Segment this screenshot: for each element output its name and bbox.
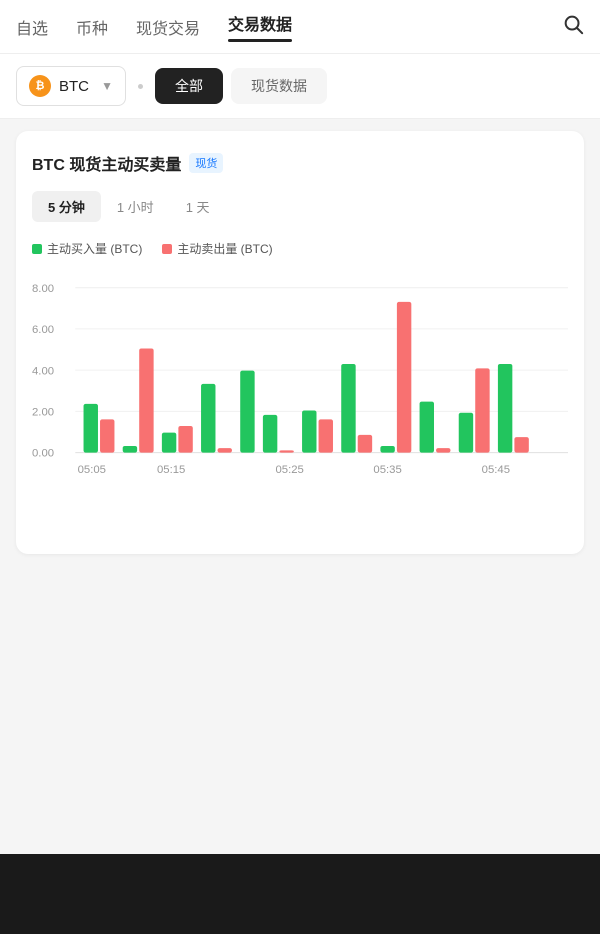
btc-icon: ₿ (29, 75, 51, 97)
time-tab-5m[interactable]: 5 分钟 (32, 191, 101, 222)
sell-legend-label: 主动卖出量 (BTC) (177, 240, 272, 257)
svg-text:05:45: 05:45 (482, 464, 510, 476)
svg-text:6.00: 6.00 (32, 324, 54, 336)
buy-legend-label: 主动买入量 (BTC) (47, 240, 142, 257)
filter-buttons: 全部 现货数据 (155, 68, 327, 104)
svg-text:8.00: 8.00 (32, 283, 54, 295)
coin-label: BTC (59, 78, 89, 95)
legend-sell: 主动卖出量 (BTC) (162, 240, 272, 257)
svg-text:05:35: 05:35 (373, 464, 401, 476)
nav-item-coins[interactable]: 币种 (76, 11, 108, 43)
filter-bar: ₿ BTC ▼ 全部 现货数据 (0, 54, 600, 119)
chart-title: BTC 现货主动买卖量 (32, 151, 181, 175)
svg-text:05:15: 05:15 (157, 464, 185, 476)
svg-text:05:25: 05:25 (276, 464, 304, 476)
time-tabs: 5 分钟 1 小时 1 天 (32, 191, 568, 222)
chart-area: 8.00 6.00 4.00 2.00 0.00 (32, 269, 568, 534)
nav-items: 自选 币种 现货交易 交易数据 (16, 7, 562, 46)
time-tab-1h[interactable]: 1 小时 (101, 191, 170, 222)
filter-spot-button[interactable]: 现货数据 (231, 68, 327, 104)
spot-badge: 现货 (189, 153, 223, 173)
coin-selector[interactable]: ₿ BTC ▼ (16, 66, 126, 106)
chart-legend: 主动买入量 (BTC) 主动卖出量 (BTC) (32, 240, 568, 257)
filter-all-button[interactable]: 全部 (155, 68, 223, 104)
chart-card: BTC 现货主动买卖量 现货 5 分钟 1 小时 1 天 主动买入量 (BTC)… (16, 131, 584, 554)
top-nav: 自选 币种 现货交易 交易数据 (0, 0, 600, 54)
legend-buy: 主动买入量 (BTC) (32, 240, 142, 257)
card-title: BTC 现货主动买卖量 现货 (32, 151, 568, 175)
nav-item-trade-data[interactable]: 交易数据 (228, 7, 292, 46)
svg-text:0.00: 0.00 (32, 448, 54, 460)
search-icon[interactable] (562, 13, 584, 41)
nav-item-watchlist[interactable]: 自选 (16, 11, 48, 43)
buy-legend-dot (32, 244, 42, 254)
bar-chart-svg: 8.00 6.00 4.00 2.00 0.00 (32, 269, 568, 529)
svg-text:05:05: 05:05 (78, 464, 106, 476)
bottom-bar (0, 854, 600, 934)
nav-item-spot-trade[interactable]: 现货交易 (136, 11, 200, 43)
time-tab-1d[interactable]: 1 天 (170, 191, 226, 222)
sell-legend-dot (162, 244, 172, 254)
divider-dot (138, 84, 143, 89)
svg-text:2.00: 2.00 (32, 406, 54, 418)
svg-text:4.00: 4.00 (32, 365, 54, 377)
chevron-down-icon: ▼ (101, 79, 113, 93)
